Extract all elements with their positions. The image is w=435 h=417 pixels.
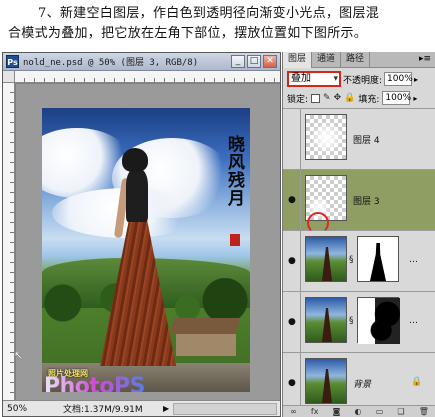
- layer-row-layer-4[interactable]: 图层 4: [283, 109, 435, 170]
- layers-panel: 图层 通道 路径 ▸≡ 叠加 不透明度: 100% ▸ 锁定: ✎ ✥ 🔒 填充…: [282, 52, 435, 417]
- layer-thumbnail: [305, 358, 347, 404]
- adjust-icon[interactable]: ◐: [355, 407, 362, 416]
- eye-icon: ●: [288, 256, 296, 266]
- canvas-area[interactable]: 晓风残月 照片处理网 PhotoPS: [16, 84, 280, 400]
- minimize-button[interactable]: _: [231, 55, 245, 68]
- zoom-level[interactable]: 50%: [3, 404, 63, 414]
- layer-thumbnail: [305, 236, 347, 282]
- watermark-logo: PhotoPS: [44, 374, 146, 392]
- layer-row-photo-mask-2[interactable]: ● § …: [283, 292, 435, 353]
- fill-input[interactable]: 100%: [382, 91, 411, 105]
- lock-move-icon[interactable]: ✥: [334, 93, 342, 103]
- layer-name: 背景: [353, 380, 372, 390]
- fill-label: 填充:: [358, 94, 380, 105]
- house-wall-shape: [176, 334, 236, 356]
- mask-icon[interactable]: ◙: [333, 407, 341, 416]
- visibility-toggle[interactable]: [283, 109, 301, 169]
- mask-shape: [358, 298, 400, 344]
- cursor-icon: ↖: [14, 349, 24, 362]
- silhouette-shape: [370, 243, 386, 281]
- document-titlebar[interactable]: Ps nold_ne.psd @ 50% (图层 3, RGB/8) _ □ ✕: [3, 53, 280, 71]
- more-icon: …: [409, 316, 418, 326]
- caption-line-2: 合模式为叠加，把它放在左角下部位，摆放位置如下图所示。: [8, 26, 368, 41]
- maximize-button[interactable]: □: [247, 55, 261, 68]
- lock-label: 锁定:: [287, 94, 309, 105]
- layer-thumbnail: [305, 297, 347, 343]
- more-icon: …: [409, 255, 418, 265]
- opacity-label: 不透明度:: [343, 75, 383, 86]
- eye-icon: ●: [288, 378, 296, 388]
- woman-top-shape: [126, 170, 148, 222]
- tab-channels[interactable]: 通道: [312, 52, 342, 68]
- link-icon[interactable]: §: [349, 255, 354, 265]
- tutorial-caption: 7、新建空白图层，作白色到透明径向渐变小光点，图层混 合模式为叠加，把它放在左角…: [8, 4, 432, 44]
- figure-shape: [322, 308, 332, 342]
- document-statusbar: 50% 文档:1.37M/9.91M ▶: [3, 400, 280, 416]
- red-seal: [230, 234, 240, 246]
- light-spot: [312, 121, 342, 155]
- document-info: 文档:1.37M/9.91M: [63, 405, 143, 415]
- layer-row-layer-3[interactable]: ● 图层 3: [283, 170, 435, 234]
- panel-bottom-bar: ∞ fx ◙ ◐ ▭ ❑ 🗑: [283, 405, 435, 417]
- visibility-toggle[interactable]: ●: [283, 292, 301, 352]
- ruler-corner[interactable]: [3, 71, 15, 83]
- fx-icon[interactable]: fx: [311, 407, 319, 416]
- photoshop-icon: Ps: [6, 55, 19, 68]
- layer-mask-thumbnail[interactable]: [357, 236, 399, 282]
- panel-menu-icon[interactable]: ▸≡: [419, 54, 431, 64]
- blend-mode-select[interactable]: 叠加: [287, 71, 341, 87]
- visibility-toggle[interactable]: ●: [283, 231, 301, 291]
- trash-icon[interactable]: 🗑: [419, 407, 429, 416]
- image-canvas[interactable]: 晓风残月 照片处理网 PhotoPS: [42, 108, 250, 392]
- lock-transparency-checkbox[interactable]: [311, 93, 321, 103]
- status-menu-arrow-icon[interactable]: ▶: [163, 404, 173, 413]
- close-button[interactable]: ✕: [263, 55, 277, 68]
- visibility-toggle[interactable]: ●: [283, 170, 301, 230]
- layer-row-photo-mask[interactable]: ● § …: [283, 231, 435, 292]
- house-roof-shape: [169, 318, 241, 334]
- figure-shape: [322, 369, 332, 403]
- panel-tabs: 图层 通道 路径 ▸≡: [283, 52, 435, 68]
- layer-thumbnail: [305, 114, 347, 160]
- link-icon[interactable]: §: [349, 316, 354, 326]
- opacity-input[interactable]: 100%: [384, 72, 413, 86]
- document-title: nold_ne.psd @ 50% (图层 3, RGB/8): [23, 58, 199, 68]
- opacity-arrow-icon[interactable]: ▸: [414, 75, 418, 84]
- lock-row: 锁定: ✎ ✥ 🔒 填充: 100% ▸: [287, 90, 435, 106]
- woman-hair-shape: [122, 148, 148, 172]
- tab-paths[interactable]: 路径: [341, 52, 371, 68]
- fill-arrow-icon[interactable]: ▸: [413, 94, 417, 103]
- calligraphy-text: 晓风残月: [228, 135, 245, 209]
- lock-icon: 🔒: [411, 377, 423, 387]
- figure-shape: [322, 247, 332, 281]
- window-controls: _ □ ✕: [231, 55, 277, 68]
- lock-brush-icon[interactable]: ✎: [323, 93, 331, 103]
- horizontal-ruler[interactable]: [15, 71, 280, 83]
- document-window: Ps nold_ne.psd @ 50% (图层 3, RGB/8) _ □ ✕…: [2, 52, 281, 417]
- layer-name: 图层 4: [353, 136, 380, 146]
- eye-icon: ●: [288, 317, 296, 327]
- new-layer-icon[interactable]: ❑: [397, 407, 404, 416]
- link-icon[interactable]: ∞: [290, 407, 297, 416]
- caption-line-1: 7、新建空白图层，作白色到透明径向渐变小光点，图层混: [38, 6, 380, 21]
- horizontal-scrollbar[interactable]: [173, 402, 277, 415]
- layer-mask-thumbnail[interactable]: [357, 297, 400, 344]
- lock-all-icon[interactable]: 🔒: [344, 93, 355, 103]
- folder-icon[interactable]: ▭: [376, 407, 384, 416]
- eye-icon: ●: [288, 195, 296, 205]
- layer-list: 图层 4 ● 图层 3 ● § … ● § … ● 背景 🔒: [283, 108, 435, 414]
- layer-name: 图层 3: [353, 197, 380, 207]
- tab-layers[interactable]: 图层: [283, 52, 313, 68]
- blend-row: 叠加 不透明度: 100% ▸: [287, 70, 435, 88]
- visibility-toggle[interactable]: ●: [283, 353, 301, 413]
